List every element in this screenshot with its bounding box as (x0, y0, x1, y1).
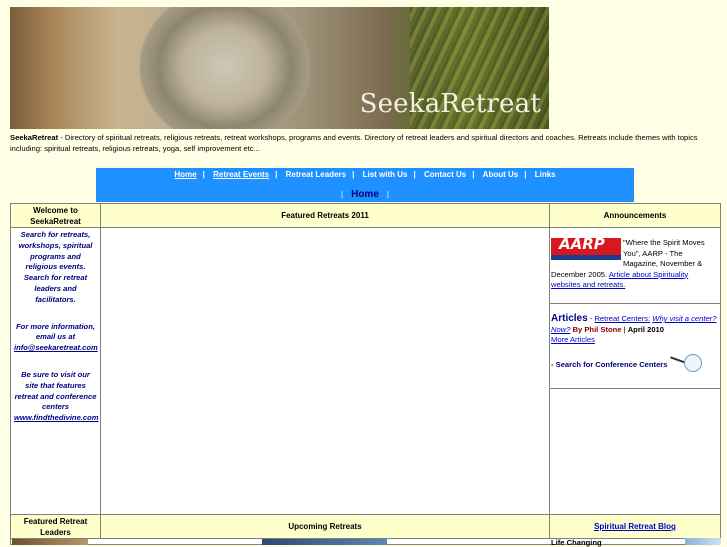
leader-thumbnail[interactable] (12, 539, 88, 545)
visit-text: Be sure to visit our site that features … (14, 369, 97, 412)
nav-contact-us[interactable]: Contact Us (424, 170, 466, 179)
blog-thumbnail[interactable] (685, 538, 721, 545)
blog-item[interactable]: Life Changing (551, 539, 602, 547)
nav-home[interactable]: Home (174, 170, 196, 179)
announcements-blank (549, 388, 721, 515)
banner-image: SeekaRetreat (10, 7, 549, 129)
articles-panel: Articles - Retreat Centers: Why visit a … (549, 303, 721, 389)
banner-title: SeekaRetreat (359, 89, 541, 119)
welcome-panel: Search for retreats, workshops, spiritua… (10, 227, 101, 515)
search-text: Search for retreats, workshops, spiritua… (18, 230, 93, 304)
blog-link[interactable]: Spiritual Retreat Blog (594, 521, 676, 532)
nav-about-us[interactable]: About Us (483, 170, 519, 179)
aarp-announcement: AARP "Where the Spirit Moves You", AARP … (549, 227, 721, 304)
aarp-logo[interactable]: AARP (551, 237, 621, 260)
announcements-header: Announcements (549, 203, 721, 228)
blog-header: Spiritual Retreat Blog (549, 514, 721, 539)
nav-retreat-leaders[interactable]: Retreat Leaders (286, 170, 346, 179)
email-link[interactable]: info@seekaretreat.com (14, 343, 98, 352)
intro-paragraph: SeekaRetreat - Directory of spiritual re… (10, 132, 720, 154)
nav-bar: Home | Retreat Events | Retreat Leaders | L… (96, 168, 634, 202)
nav-current: | Home | (341, 189, 389, 200)
nav-current-page: Home (351, 189, 379, 200)
upcoming-retreats-header: Upcoming Retreats (100, 514, 550, 539)
featured-retreats-panel (100, 227, 550, 515)
articles-title: Articles (551, 313, 588, 324)
info-text: For more information, email us at (16, 321, 95, 342)
magnifier-icon[interactable] (684, 354, 702, 372)
retreat-centers-link[interactable]: Retreat Centers: (594, 314, 650, 323)
article-date: April 2010 (627, 324, 665, 334)
more-articles-link[interactable]: More Articles (551, 335, 595, 344)
article-author: By Phil Stone (572, 324, 622, 334)
nav-links: Home | Retreat Events | Retreat Leaders | L… (174, 170, 556, 179)
intro-brand: SeekaRetreat (10, 133, 59, 142)
featured-retreats-header: Featured Retreats 2011 (100, 203, 550, 228)
findthedivine-link[interactable]: www.findthedivine.com (14, 413, 99, 422)
nav-list-with-us[interactable]: List with Us (363, 170, 408, 179)
featured-leaders-header: Featured Retreat Leaders (10, 514, 101, 539)
intro-text: - Directory of spiritual retreats, relig… (10, 133, 698, 153)
nav-retreat-events[interactable]: Retreat Events (213, 170, 269, 179)
nav-links-item[interactable]: Links (535, 170, 556, 179)
upcoming-thumbnail[interactable] (262, 539, 387, 545)
welcome-header: Welcome to SeekaRetreat (10, 203, 101, 228)
